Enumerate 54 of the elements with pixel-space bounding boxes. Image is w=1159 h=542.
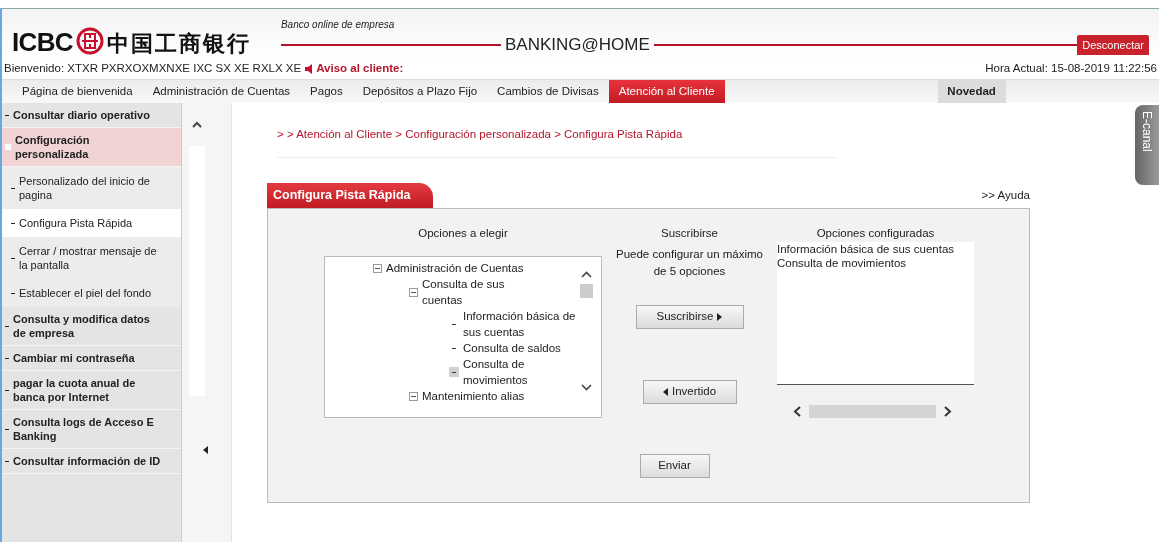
scroll-right-icon[interactable]	[944, 406, 952, 417]
subscribe-button[interactable]: Suscribirse	[635, 305, 744, 329]
sidebar-subitem[interactable]: Cerrar / mostrar mensaje de la pantalla	[2, 237, 181, 279]
logo-text: ICBC	[12, 29, 73, 55]
tree-item[interactable]: Consulta de saldos	[463, 340, 581, 356]
logo-icon	[75, 27, 104, 55]
collapse-left-icon[interactable]	[203, 446, 208, 454]
column-heading: Opciones configuradas	[815, 225, 936, 241]
collapse-icon[interactable]	[409, 391, 418, 401]
news-tab[interactable]: Novedad	[937, 80, 1006, 103]
tree-item[interactable]: Consulta de movimientos	[463, 356, 581, 388]
nav-tab[interactable]: Página de bienvenida	[12, 80, 143, 103]
nav-tab[interactable]: Administración de Cuentas	[142, 80, 301, 103]
configured-option[interactable]: Información básica de sus cuentas	[777, 242, 974, 256]
breadcrumb: > > Atención al Cliente > Configuración personalizada > Configura Pista Rápida	[277, 128, 683, 140]
speaker-icon	[305, 64, 314, 74]
tree-item[interactable]: Información básica de sus cuentas	[463, 308, 581, 340]
tree-item[interactable]: Administración de Cuentas	[386, 260, 524, 276]
scroll-left-icon[interactable]	[793, 406, 801, 417]
nav-tab[interactable]: Atención al Cliente	[608, 80, 725, 103]
welcome-text: Bienvenido: XTXR PXRXOXMXNXE IXC SX XE RXLX XE	[4, 61, 302, 77]
scroll-thumb[interactable]	[580, 284, 593, 298]
sidebar-subitem[interactable]: Personalizado del inicio de pagina	[2, 167, 181, 209]
configured-list[interactable]: Información básica de sus cuentas Consulta de movimientos	[777, 242, 974, 385]
logout-button[interactable]: Desconectar	[1077, 34, 1149, 55]
triangle-right-icon	[717, 313, 723, 321]
subtitle: Banco online de empresa	[280, 17, 395, 32]
brand-title: BANKING@HOME	[503, 36, 651, 54]
nav-tab[interactable]: Depósitos a Plazo Fijo	[352, 80, 488, 103]
sidebar-subitem[interactable]: Establecer el piel del fondo	[2, 279, 181, 307]
logo-chinese-text: 中国工商银行	[106, 33, 251, 55]
tree-item[interactable]: Mantenimiento alias	[422, 388, 540, 404]
notice-link[interactable]: Aviso al cliente:	[316, 60, 404, 78]
configured-option[interactable]: Consulta de movimientos	[777, 256, 974, 270]
sidebar-item[interactable]: Configuración personalizada	[2, 128, 181, 167]
nav-tab[interactable]: Cambios de Divisas	[487, 80, 609, 103]
invert-button[interactable]: Invertido	[642, 380, 737, 404]
scroll-up-icon[interactable]	[581, 271, 592, 278]
scroll-thumb[interactable]	[809, 405, 936, 418]
sidebar-subitem[interactable]: Configura Pista Rápida	[2, 209, 181, 237]
nav-tab[interactable]: Pagos	[300, 80, 353, 103]
options-tree[interactable]: Administración de Cuentas Consulta de sus cuentas Información básica de sus cuentas Consulta de saldos Consulta de movimientos Mantenimiento alias	[324, 256, 602, 418]
column-heading: Opciones a elegir	[418, 225, 508, 241]
triangle-left-icon	[662, 388, 668, 396]
tree-item[interactable]: Consulta de sus cuentas	[422, 276, 540, 308]
scroll-down-icon[interactable]	[581, 384, 592, 391]
current-time: Hora Actual: 15-08-2019 11:22:56	[985, 61, 1157, 77]
send-button[interactable]: Enviar	[639, 454, 710, 478]
limit-note: Puede configurar un máximo de 5 opciones	[615, 247, 764, 279]
collapse-icon[interactable]	[409, 287, 418, 297]
column-heading: Suscribirse	[661, 225, 718, 241]
collapse-icon[interactable]	[373, 263, 382, 273]
help-link[interactable]: >> Ayuda	[981, 186, 1030, 204]
scroll-up-icon[interactable]	[191, 121, 202, 128]
